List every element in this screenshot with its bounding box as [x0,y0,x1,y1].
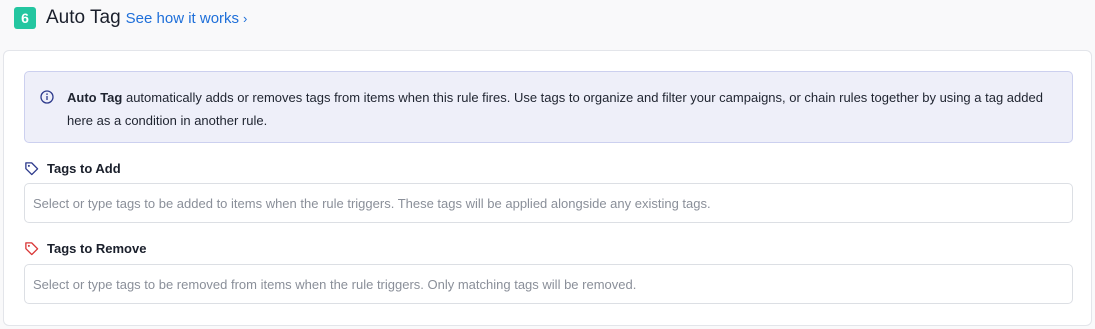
info-description: Auto Tag automatically adds or removes t… [67,86,1057,132]
auto-tag-card: Auto Tag automatically adds or removes t… [3,50,1092,326]
info-banner: Auto Tag automatically adds or removes t… [24,71,1073,143]
section-header: 6 Auto Tag See how it works › [14,5,247,31]
see-how-it-works-link[interactable]: See how it works › [126,10,248,27]
info-circle-icon [40,90,54,104]
tags-to-add-label-row: Tags to Add [24,161,121,176]
tags-to-remove-input[interactable] [24,264,1073,304]
tag-remove-icon [25,242,39,256]
info-bold-term: Auto Tag [67,90,123,105]
chevron-right-icon: › [243,10,248,26]
see-how-it-works-label: See how it works [125,9,240,27]
tags-to-remove-label: Tags to Remove [47,241,147,256]
step-number-badge: 6 [14,7,36,29]
tag-icon [25,162,39,176]
tags-to-add-input[interactable] [24,183,1073,223]
info-body-text: automatically adds or removes tags from … [67,90,1043,128]
tags-to-remove-label-row: Tags to Remove [24,241,146,256]
section-title: Auto Tag [46,7,121,28]
tags-to-add-label: Tags to Add [47,161,121,176]
